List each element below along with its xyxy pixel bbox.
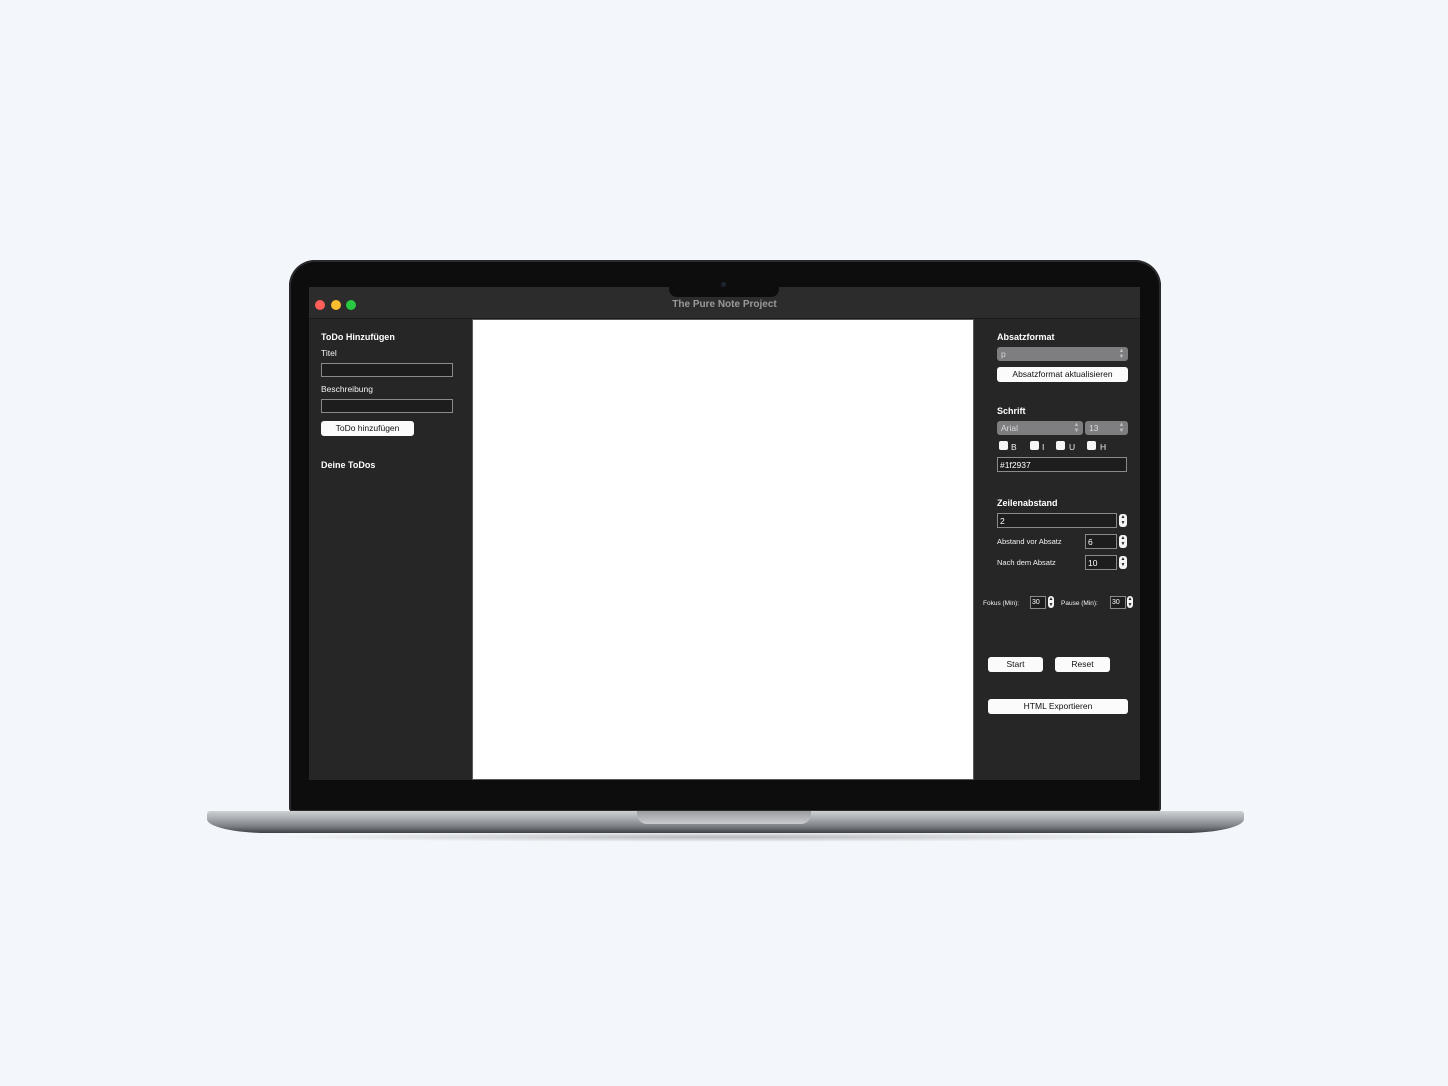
app-window: The Pure Note Project ToDo Hinzufügen Ti… <box>309 287 1140 780</box>
space-before-stepper[interactable]: ▲ ▼ <box>1119 535 1127 548</box>
todo-add-heading: ToDo Hinzufügen <box>321 332 395 342</box>
underline-checkbox[interactable] <box>1056 441 1065 450</box>
highlight-checkbox[interactable] <box>1087 441 1096 450</box>
pause-minutes-input[interactable] <box>1110 596 1126 609</box>
todo-title-input[interactable] <box>321 363 453 377</box>
bold-checkbox[interactable] <box>999 441 1008 450</box>
update-paragraph-format-button[interactable]: Absatzformat aktualisieren <box>997 367 1128 382</box>
window-title: The Pure Note Project <box>672 299 777 310</box>
focus-minutes-label: Fokus (Min): <box>983 600 1020 607</box>
todo-title-label: Titel <box>321 348 337 358</box>
space-before-label: Abstand vor Absatz <box>997 537 1062 546</box>
focus-minutes-input[interactable] <box>1030 596 1046 609</box>
format-panel: Absatzformat p ▲ ▼ Absatzformat aktualisi… <box>974 319 1140 780</box>
laptop-shadow <box>260 832 1190 842</box>
focus-minutes-stepper[interactable]: ▲ ▼ <box>1048 596 1054 608</box>
todo-description-input[interactable] <box>321 399 453 413</box>
space-after-stepper[interactable]: ▲ ▼ <box>1119 556 1127 569</box>
underline-label: U <box>1069 442 1076 452</box>
chevron-updown-icon: ▲ ▼ <box>1118 348 1125 360</box>
todo-list-heading: Deine ToDos <box>321 460 376 470</box>
timer-reset-button[interactable]: Reset <box>1055 657 1110 672</box>
camera-notch <box>669 280 779 297</box>
paragraph-format-select[interactable]: p ▲ ▼ <box>997 347 1128 361</box>
space-after-label: Nach dem Absatz <box>997 558 1056 567</box>
font-size-select[interactable]: 13 ▲ ▼ <box>1085 421 1128 435</box>
highlight-label: H <box>1100 442 1107 452</box>
italic-label: I <box>1042 442 1045 452</box>
todo-description-label: Beschreibung <box>321 384 373 394</box>
chevron-updown-icon: ▲ ▼ <box>1118 422 1125 434</box>
line-spacing-input[interactable] <box>997 513 1117 528</box>
camera-icon <box>721 282 726 287</box>
font-heading: Schrift <box>997 406 1026 416</box>
timer-start-button[interactable]: Start <box>988 657 1043 672</box>
font-family-value: Arial <box>1001 423 1019 433</box>
font-family-select[interactable]: Arial ▲ ▼ <box>997 421 1083 435</box>
paragraph-format-value: p <box>1001 349 1006 359</box>
add-todo-button[interactable]: ToDo hinzufügen <box>321 421 414 436</box>
chevron-updown-icon: ▲ ▼ <box>1073 422 1080 434</box>
todo-sidebar: ToDo Hinzufügen Titel Beschreibung ToDo … <box>309 319 472 780</box>
note-editor[interactable] <box>472 319 974 780</box>
bold-label: B <box>1011 442 1017 452</box>
space-after-input[interactable] <box>1085 555 1117 570</box>
line-spacing-stepper[interactable]: ▲ ▼ <box>1119 514 1127 527</box>
pause-minutes-stepper[interactable]: ▲ ▼ <box>1127 596 1133 608</box>
space-before-input[interactable] <box>1085 534 1117 549</box>
font-size-value: 13 <box>1089 423 1099 433</box>
line-spacing-heading: Zeilenabstand <box>997 498 1058 508</box>
font-color-input[interactable] <box>997 457 1127 472</box>
pause-minutes-label: Pause (Min): <box>1061 600 1098 607</box>
paragraph-format-heading: Absatzformat <box>997 332 1055 342</box>
italic-checkbox[interactable] <box>1030 441 1039 450</box>
export-html-button[interactable]: HTML Exportieren <box>988 699 1128 714</box>
laptop-thumb-notch <box>637 811 811 824</box>
